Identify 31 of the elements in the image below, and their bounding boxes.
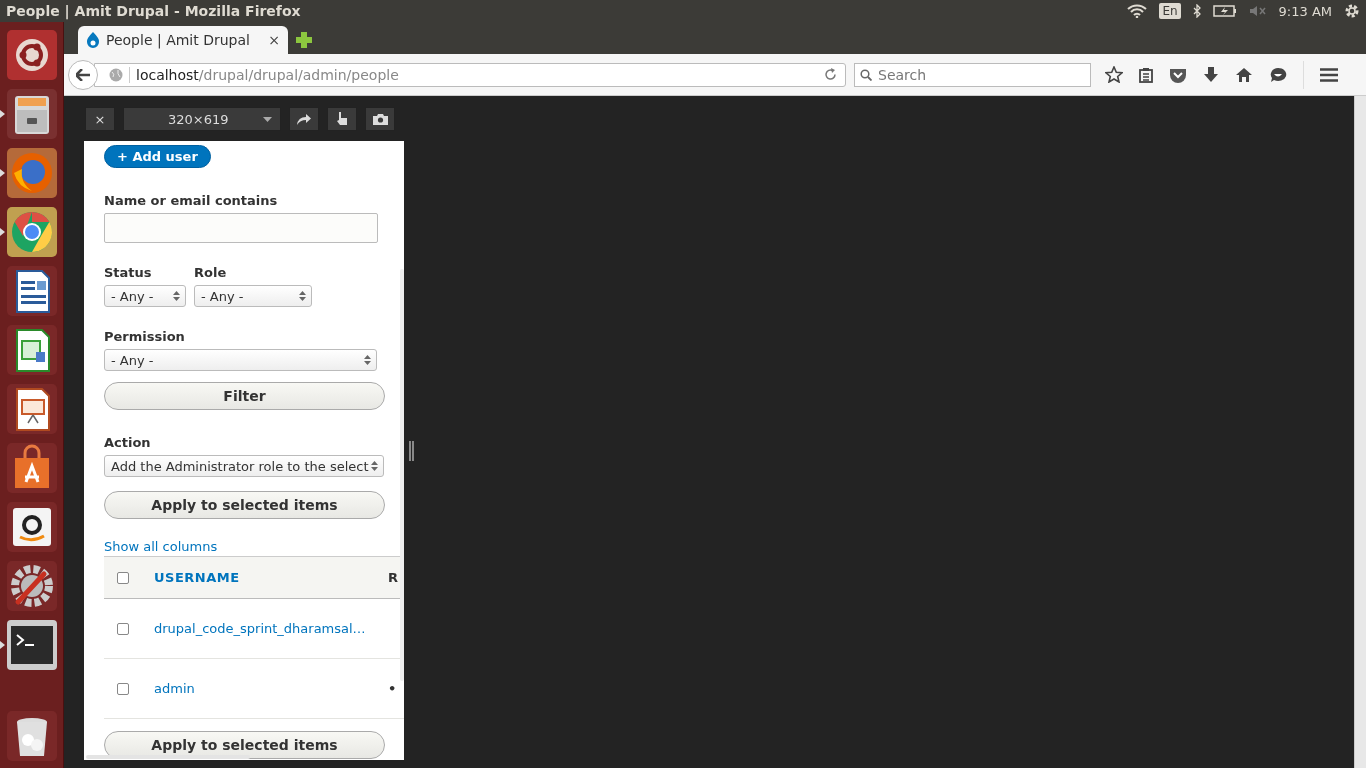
status-select[interactable]: - Any -: [104, 285, 186, 307]
viewport-size-dropdown[interactable]: 320×619: [123, 107, 281, 131]
window-title: People | Amit Drupal - Mozilla Firefox: [6, 3, 302, 19]
apply-button[interactable]: Apply to selected items: [104, 731, 385, 759]
search-field[interactable]: Search: [854, 62, 1091, 87]
close-button[interactable]: ×: [85, 107, 115, 131]
apply-button[interactable]: Apply to selected items: [104, 491, 385, 519]
username-link[interactable]: drupal_code_sprint_dharamsal…: [154, 621, 388, 636]
url-host: localhost: [136, 66, 199, 83]
filter-button[interactable]: Filter: [104, 382, 385, 410]
field-label: Role: [194, 265, 228, 280]
clock[interactable]: 9:13 AM: [1278, 3, 1332, 19]
tab-close-button[interactable]: ×: [268, 32, 280, 48]
show-all-columns-link[interactable]: Show all columns: [104, 539, 218, 554]
field-label: Name or email contains: [104, 193, 278, 208]
table-cell: •: [388, 681, 397, 696]
field-label: Status: [104, 265, 153, 280]
tab-title: People | Amit Drupal: [106, 32, 251, 48]
action-select[interactable]: Add the Administrator role to the select: [104, 455, 384, 477]
username-link[interactable]: admin: [154, 681, 388, 696]
keyboard-layout-indicator[interactable]: En: [1159, 3, 1181, 19]
browser-tab[interactable]: People | Amit Drupal ×: [78, 26, 288, 54]
field-label: Action: [104, 435, 151, 450]
address-bar[interactable]: localhost/drupal/drupal/admin/people: [94, 62, 846, 87]
url-path: /drupal/drupal/admin/people: [198, 66, 399, 83]
column-header[interactable]: USERNAME: [154, 570, 388, 585]
permission-select[interactable]: - Any -: [104, 349, 377, 371]
add-user-button[interactable]: + Add user: [104, 145, 211, 168]
field-label: Permission: [104, 329, 185, 344]
column-header[interactable]: R: [388, 570, 398, 585]
role-select[interactable]: - Any -: [194, 285, 312, 307]
